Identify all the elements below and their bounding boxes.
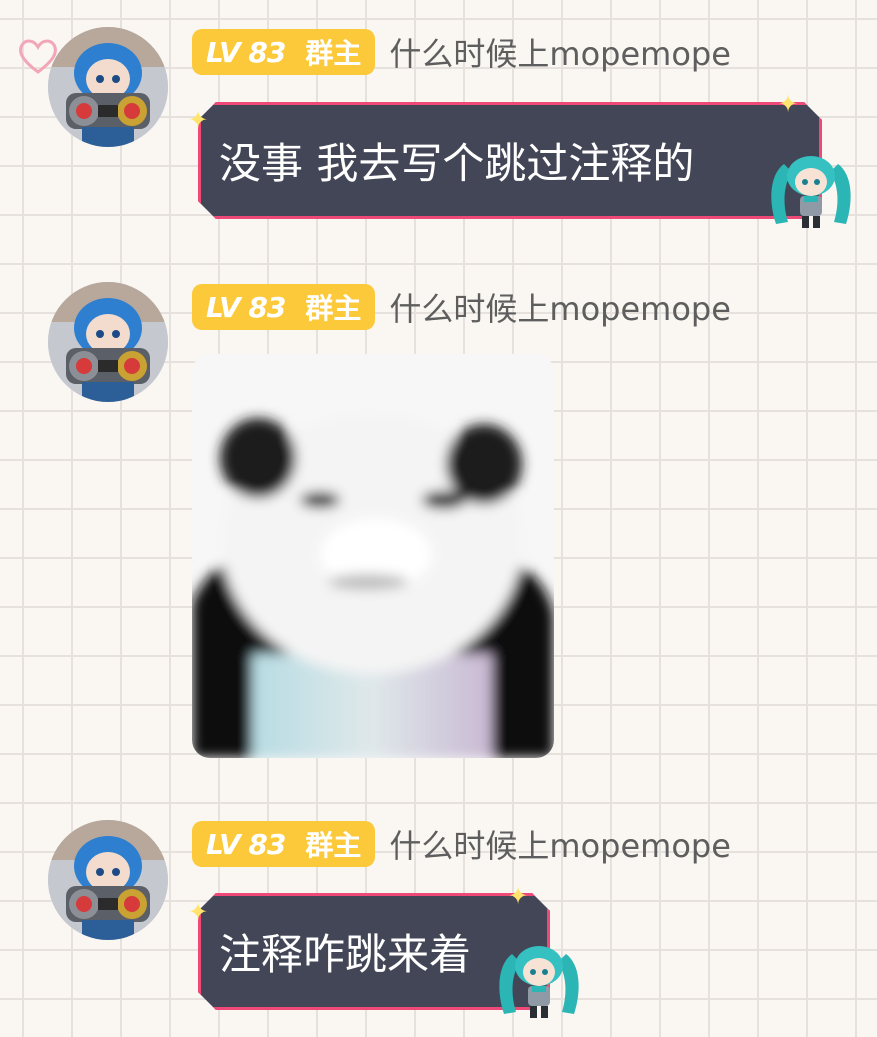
message-bubble[interactable]: 没事 我去写个跳过注释的: [198, 102, 822, 219]
level-badge: LV 83 群主: [192, 284, 376, 330]
level-label: LV 83: [206, 827, 286, 861]
sparkle-icon: ✦: [508, 882, 529, 910]
chibi-character-icon: [771, 156, 851, 228]
sparkle-icon: ✦: [188, 106, 209, 134]
sparkle-icon: ✦: [188, 898, 209, 926]
level-label: LV 83: [206, 290, 286, 324]
panda-meme-sticker: [192, 354, 554, 758]
role-label: 群主: [305, 37, 362, 70]
sparkle-icon: ✦: [778, 90, 799, 118]
chibi-character-icon: [499, 946, 579, 1018]
message-header: LV 83 群主 什么时候上mopemope: [192, 28, 731, 76]
message-text: 没事 我去写个跳过注释的: [219, 139, 695, 188]
sender-nickname[interactable]: 什么时候上mopemope: [389, 284, 731, 330]
avatar[interactable]: [48, 282, 168, 402]
role-label: 群主: [305, 829, 362, 862]
level-label: LV 83: [206, 35, 286, 69]
avatar[interactable]: [48, 27, 168, 147]
level-badge: LV 83 群主: [192, 821, 376, 867]
message-text: 注释咋跳来着: [219, 930, 472, 979]
sticker-image[interactable]: [192, 354, 554, 758]
message-header: LV 83 群主 什么时候上mopemope: [192, 283, 731, 331]
sender-nickname[interactable]: 什么时候上mopemope: [389, 29, 731, 75]
message-header: LV 83 群主 什么时候上mopemope: [192, 820, 731, 868]
level-badge: LV 83 群主: [192, 29, 376, 75]
role-label: 群主: [305, 292, 362, 325]
avatar[interactable]: [48, 820, 168, 940]
sender-nickname[interactable]: 什么时候上mopemope: [389, 821, 731, 867]
